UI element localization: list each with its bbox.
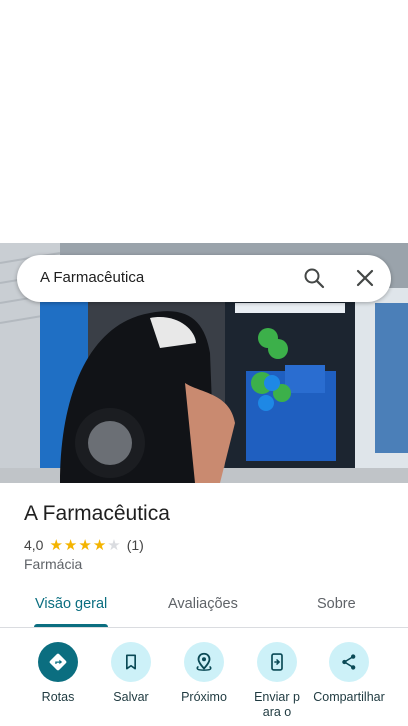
nearby-button[interactable]: Próximo xyxy=(164,642,244,705)
save-button[interactable]: Salvar xyxy=(91,642,171,705)
send-to-phone-icon xyxy=(257,642,297,682)
close-icon[interactable] xyxy=(353,266,377,290)
share-label: Compartilhar xyxy=(313,690,385,704)
directions-button[interactable]: Rotas xyxy=(18,642,98,705)
tab-reviews[interactable]: Avaliações xyxy=(168,596,238,612)
directions-label: Rotas xyxy=(41,690,75,704)
star-icon: ★ xyxy=(49,536,63,554)
send-to-phone-label: Enviar para o xyxy=(254,690,300,719)
tab-overview[interactable]: Visão geral xyxy=(35,596,107,612)
place-category[interactable]: Farmácia xyxy=(24,556,82,572)
star-icon: ★ xyxy=(92,536,107,554)
rating-value: 4,0 xyxy=(24,537,44,553)
tab-indicator xyxy=(34,624,108,627)
review-count[interactable]: (1) xyxy=(127,537,144,553)
bookmark-icon xyxy=(111,642,151,682)
nearby-label: Próximo xyxy=(181,690,227,704)
tab-bar: Visão geral Avaliações Sobre xyxy=(0,586,408,628)
share-icon xyxy=(329,642,369,682)
place-title: A Farmacêutica xyxy=(24,502,170,525)
save-label: Salvar xyxy=(113,690,149,704)
nearby-icon xyxy=(184,642,224,682)
search-input[interactable]: A Farmacêutica xyxy=(40,269,144,286)
search-icon[interactable] xyxy=(302,266,326,290)
rating-row[interactable]: 4,0 ★ ★ ★ ★ ★ (1) xyxy=(24,536,144,554)
directions-icon xyxy=(38,642,78,682)
search-bar[interactable]: A Farmacêutica xyxy=(17,255,391,302)
action-bar: Rotas Salvar Próximo Enviar para o Compa… xyxy=(0,640,408,726)
share-button[interactable]: Compartilhar xyxy=(309,642,389,705)
rating-stars: ★ ★ ★ ★ ★ xyxy=(49,538,120,553)
star-icon: ★ xyxy=(63,536,78,554)
send-to-phone-button[interactable]: Enviar para o xyxy=(237,642,317,720)
star-icon: ★ xyxy=(107,536,121,554)
tab-about[interactable]: Sobre xyxy=(317,596,356,612)
star-icon: ★ xyxy=(78,536,92,554)
